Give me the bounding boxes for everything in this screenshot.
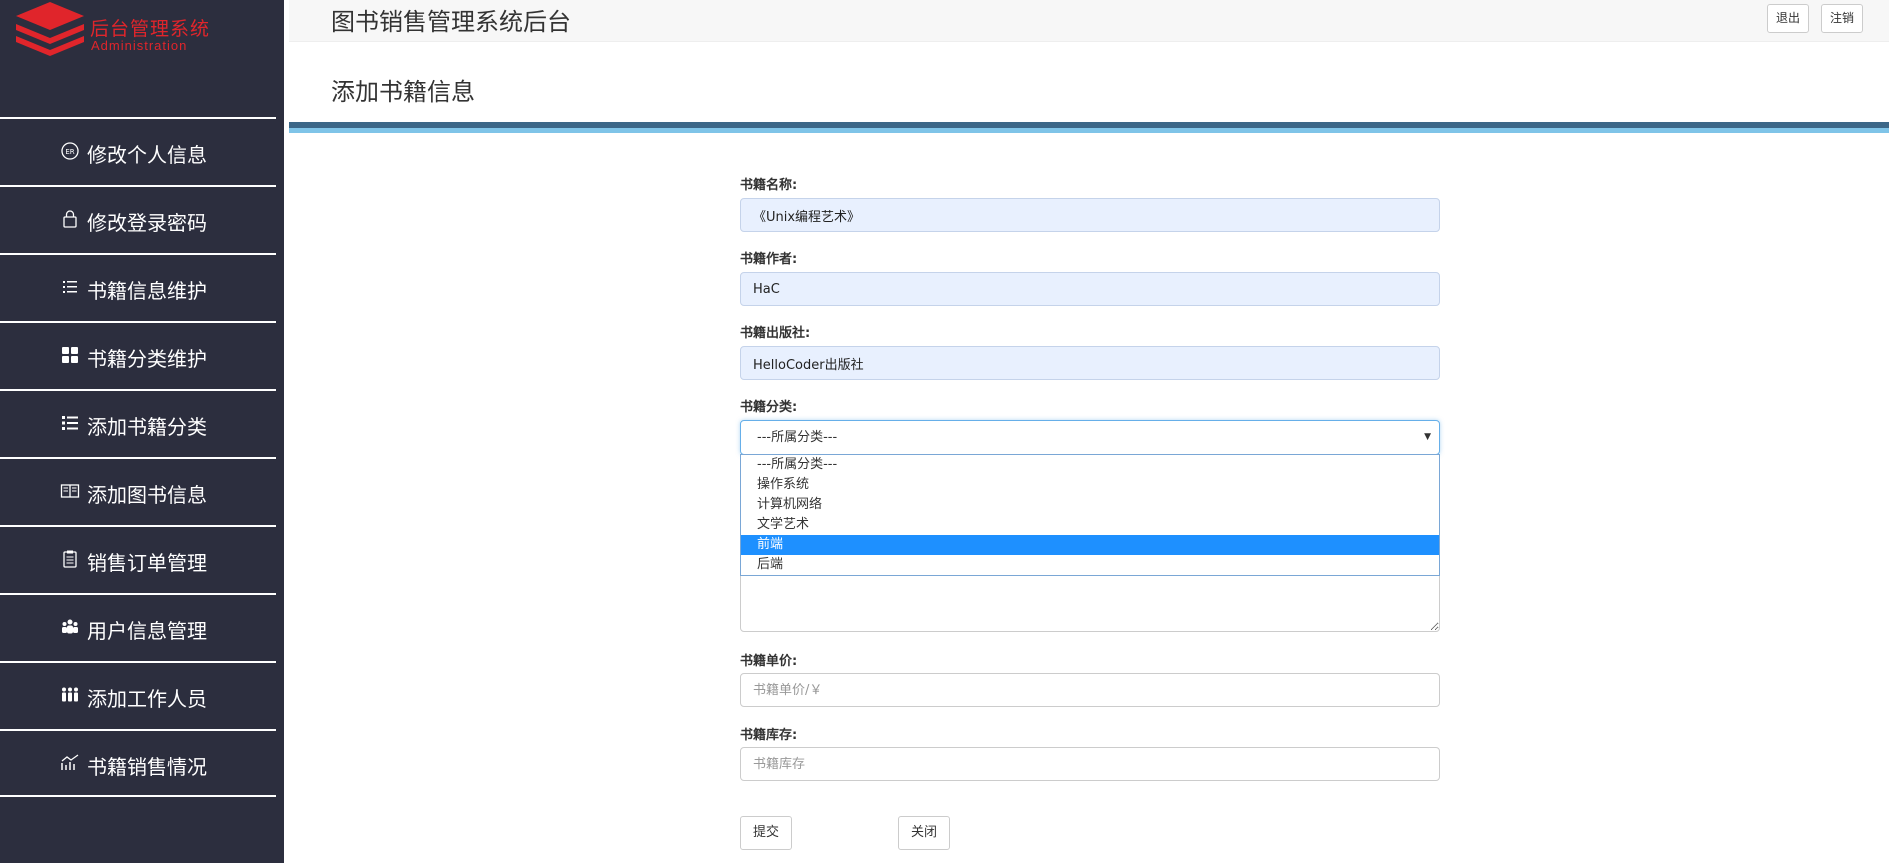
id-card-icon: ER (60, 141, 80, 161)
book-author-input[interactable] (740, 272, 1440, 306)
app-title: 图书销售管理系统后台 (331, 8, 571, 36)
logo-subtitle: Administration (91, 38, 188, 53)
sidebar-item-label: 添加工作人员 (87, 687, 207, 711)
sidebar-item-add-book[interactable]: 添加图书信息 (0, 457, 276, 525)
book-category-label: 书籍分类: (740, 400, 798, 415)
category-selected-value: ---所属分类--- (757, 430, 838, 445)
stack-logo-icon (16, 2, 84, 56)
close-button[interactable]: 关闭 (898, 816, 951, 850)
book-price-input[interactable] (740, 673, 1440, 707)
page-title: 添加书籍信息 (331, 78, 475, 106)
users-icon (60, 617, 80, 637)
book-publisher-label: 书籍出版社: (740, 326, 811, 341)
sidebar: 后台管理系统 Administration ER 修改个人信息 修改登录密码 书… (0, 0, 284, 863)
list-icon (60, 277, 80, 297)
book-name-input[interactable] (740, 198, 1440, 232)
sidebar-item-label: 书籍分类维护 (87, 347, 207, 371)
sidebar-item-category-maintain[interactable]: 书籍分类维护 (0, 321, 276, 389)
sidebar-nav: ER 修改个人信息 修改登录密码 书籍信息维护 书籍分类维护 添加书籍分类 添加… (0, 117, 276, 797)
sidebar-item-change-password[interactable]: 修改登录密码 (0, 185, 276, 253)
grid-icon (60, 345, 80, 365)
book-author-label: 书籍作者: (740, 252, 798, 267)
dropdown-option-highlighted[interactable]: 前端 (741, 535, 1439, 555)
clipboard-icon (60, 549, 80, 569)
logo-title: 后台管理系统 (90, 18, 211, 40)
sidebar-item-label: 用户信息管理 (87, 619, 207, 643)
book-stock-label: 书籍库存: (740, 728, 798, 743)
sidebar-item-label: 书籍销售情况 (87, 755, 207, 779)
dropdown-option[interactable]: 文学艺术 (741, 515, 1439, 535)
svg-text:ER: ER (65, 148, 74, 156)
team-icon (60, 685, 80, 705)
sidebar-item-add-category[interactable]: 添加书籍分类 (0, 389, 276, 457)
sidebar-item-orders[interactable]: 销售订单管理 (0, 525, 276, 593)
dropdown-option[interactable]: ---所属分类--- (741, 455, 1439, 475)
dropdown-option[interactable]: 操作系统 (741, 475, 1439, 495)
book-price-label: 书籍单价: (740, 654, 798, 669)
sidebar-item-label: 添加图书信息 (87, 483, 207, 507)
book-open-icon (60, 481, 80, 501)
submit-button[interactable]: 提交 (740, 816, 793, 850)
chart-line-icon (60, 753, 80, 773)
sidebar-item-label: 书籍信息维护 (87, 279, 207, 303)
lock-icon (60, 209, 80, 229)
logout-button[interactable]: 退出 (1767, 4, 1810, 33)
caret-down-icon: ▼ (1424, 432, 1431, 442)
sidebar-item-edit-profile[interactable]: ER 修改个人信息 (0, 117, 276, 185)
book-stock-input[interactable] (740, 747, 1440, 781)
logo: 后台管理系统 Administration (14, 0, 214, 64)
book-publisher-input[interactable] (740, 346, 1440, 380)
book-name-label: 书籍名称: (740, 178, 798, 193)
sidebar-item-add-staff[interactable]: 添加工作人员 (0, 661, 276, 729)
sidebar-item-label: 修改登录密码 (87, 211, 207, 235)
sidebar-item-label: 销售订单管理 (87, 551, 207, 575)
dropdown-option[interactable]: 后端 (741, 555, 1439, 575)
book-category-select[interactable]: ---所属分类--- ▼ (740, 420, 1440, 455)
category-dropdown-list: ---所属分类--- 操作系统 计算机网络 文学艺术 前端 后端 (740, 454, 1440, 576)
sidebar-item-book-info[interactable]: 书籍信息维护 (0, 253, 276, 321)
title-divider-accent (289, 128, 1889, 133)
sidebar-item-sales-stats[interactable]: 书籍销售情况 (0, 729, 276, 797)
deregister-button[interactable]: 注销 (1821, 4, 1864, 33)
sidebar-item-label: 添加书籍分类 (87, 415, 207, 439)
sidebar-item-users[interactable]: 用户信息管理 (0, 593, 276, 661)
top-header: 图书销售管理系统后台 退出 注销 (289, 0, 1889, 42)
dropdown-option[interactable]: 计算机网络 (741, 495, 1439, 515)
list-bold-icon (60, 413, 80, 433)
sidebar-item-label: 修改个人信息 (87, 143, 207, 167)
